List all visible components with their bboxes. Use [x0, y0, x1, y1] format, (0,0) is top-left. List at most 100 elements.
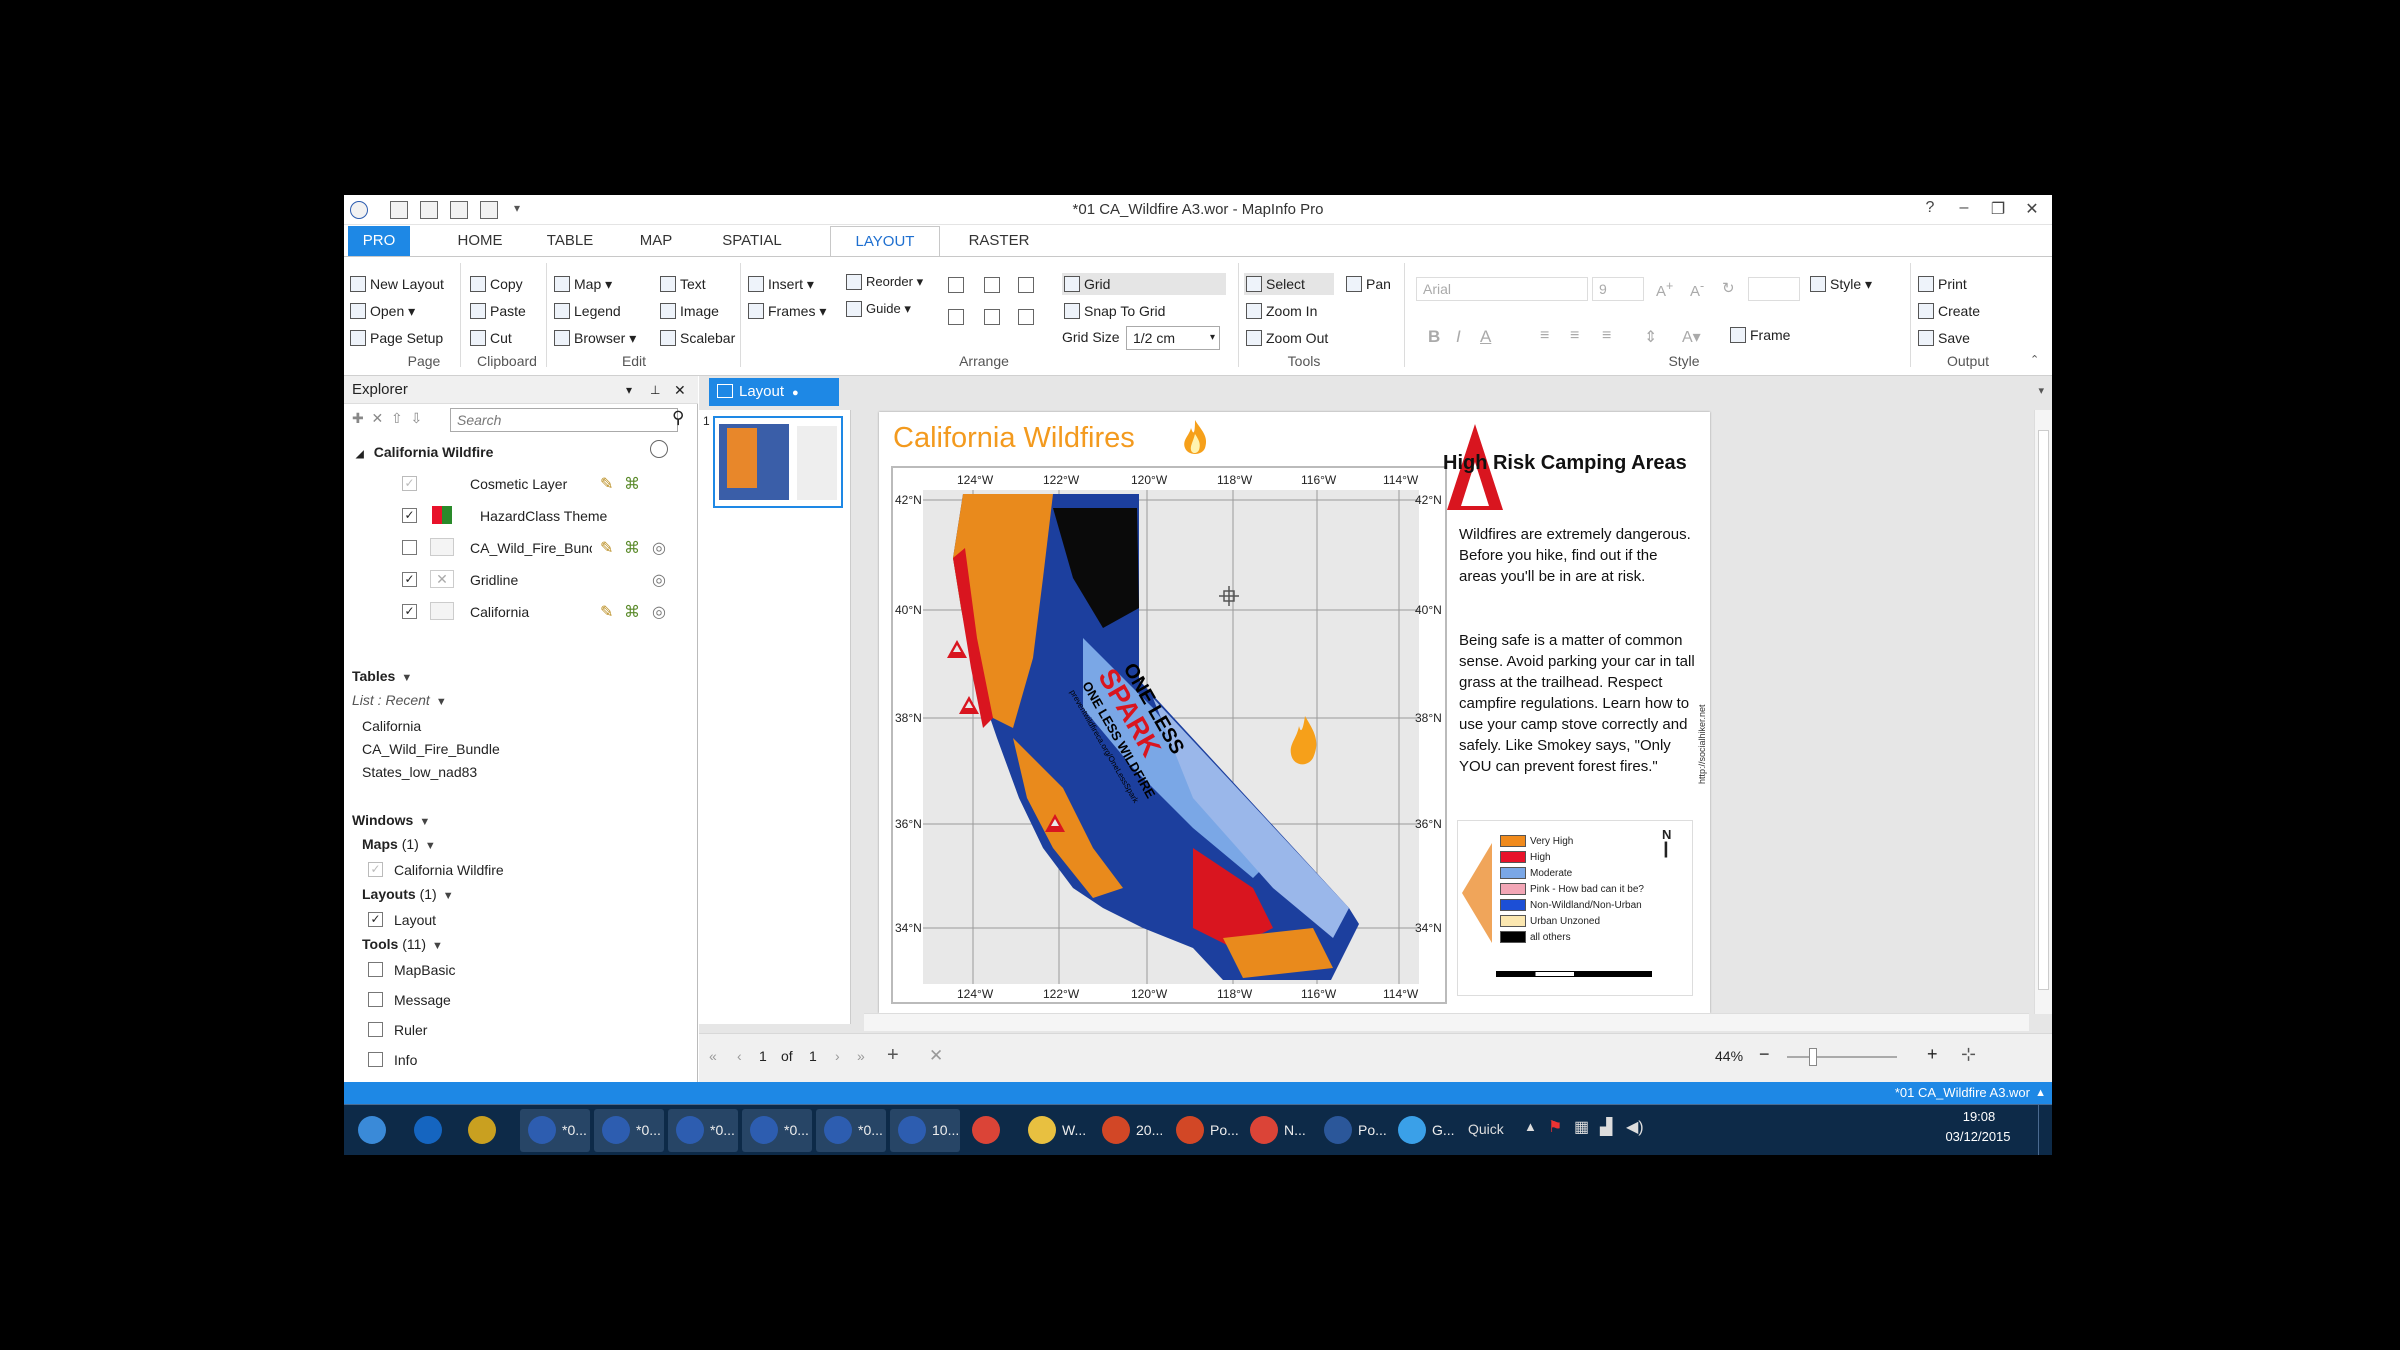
window-item[interactable]: Layout	[394, 912, 436, 928]
map-tree-node[interactable]: ◢ California Wildfire	[356, 444, 493, 460]
grid-size-select[interactable]: 1/2 cm ▾	[1126, 326, 1220, 350]
layer-options-icon[interactable]: ◎	[652, 602, 666, 622]
insert-legend-button[interactable]: Legend	[552, 300, 621, 322]
layer-name[interactable]: Cosmetic Layer	[470, 476, 567, 492]
page-thumbnail[interactable]	[713, 416, 843, 508]
align-right-icon[interactable]	[1018, 277, 1034, 293]
zoom-in-tool[interactable]: Zoom In	[1244, 300, 1317, 322]
grow-font-icon[interactable]: A+	[1656, 279, 1673, 300]
tool-item[interactable]: Info	[394, 1052, 417, 1068]
minimize-icon[interactable]: –	[1952, 199, 1976, 217]
table-item[interactable]: CA_Wild_Fire_Bundle	[362, 741, 500, 757]
style-button[interactable]: Style ▾	[1808, 273, 1872, 295]
tool-item[interactable]: Ruler	[394, 1022, 427, 1038]
taskbar-button[interactable]	[460, 1109, 508, 1152]
taskbar-button[interactable]: 10...	[890, 1109, 960, 1152]
fit-page-icon[interactable]: ⊹	[1961, 1044, 1976, 1065]
new-layout-button[interactable]: New Layout	[348, 273, 444, 295]
tab-table[interactable]: TABLE	[530, 226, 610, 256]
insert-map-button[interactable]: Map ▾	[552, 273, 612, 295]
zoom-out-tool[interactable]: Zoom Out	[1244, 327, 1328, 349]
insert-button[interactable]: Insert ▾	[746, 273, 814, 295]
save-button[interactable]: Save	[1916, 327, 1970, 349]
bold-icon[interactable]: B	[1428, 327, 1440, 347]
add-page-icon[interactable]: +	[887, 1044, 899, 1067]
font-select[interactable]: Arial	[1416, 277, 1588, 301]
layer-checkbox[interactable]: ✓	[402, 476, 417, 491]
edit-layer-icon[interactable]: ✎	[600, 474, 613, 494]
zoom-minus-icon[interactable]: −	[1759, 1044, 1770, 1065]
layer-name[interactable]: Gridline	[470, 572, 518, 588]
taskbar-button[interactable]: *0...	[520, 1109, 590, 1152]
tab-spatial[interactable]: SPATIAL	[702, 226, 802, 256]
layer-name[interactable]: CA_Wild_Fire_Bunc	[470, 540, 592, 556]
current-page[interactable]: 1	[759, 1048, 767, 1064]
align-top-icon[interactable]	[948, 309, 964, 325]
zoom-slider[interactable]	[1787, 1056, 1897, 1058]
align-text-right-icon[interactable]: ≡	[1602, 327, 1611, 345]
tool-checkbox[interactable]	[368, 962, 383, 977]
select-tool[interactable]: Select	[1244, 273, 1334, 295]
horizontal-scrollbar[interactable]	[864, 1013, 2029, 1031]
align-text-left-icon[interactable]: ≡	[1540, 327, 1549, 345]
selectable-icon[interactable]: ⌘	[624, 602, 640, 622]
tab-map[interactable]: MAP	[616, 226, 696, 256]
layer-checkbox[interactable]: ✓	[402, 604, 417, 619]
map-title[interactable]: California Wildfires	[893, 422, 1135, 455]
prev-page-icon[interactable]: ‹	[737, 1048, 742, 1064]
page-setup-button[interactable]: Page Setup	[348, 327, 443, 349]
layer-checkbox[interactable]	[402, 540, 417, 555]
window-checkbox[interactable]: ✓	[368, 862, 383, 877]
frame-button[interactable]: Frame	[1728, 324, 1790, 346]
tray-expand-icon[interactable]: ▲	[1524, 1119, 1537, 1134]
move-up-icon[interactable]: ⇧	[391, 410, 403, 426]
tables-list-filter[interactable]: List : Recent ▼	[352, 692, 447, 708]
panel-menu-icon[interactable]: ▾	[626, 376, 632, 404]
tab-layout[interactable]: LAYOUT	[830, 226, 940, 257]
last-page-icon[interactable]: »	[857, 1048, 865, 1064]
insert-scalebar-button[interactable]: Scalebar	[658, 327, 735, 349]
table-item[interactable]: California	[362, 718, 421, 734]
taskbar-button[interactable]: G...	[1390, 1109, 1460, 1152]
map-frame[interactable]: ONE LESS SPARK ONE LESS WILDFIRE prevent…	[891, 466, 1447, 1004]
align-left-icon[interactable]	[948, 277, 964, 293]
tool-item[interactable]: MapBasic	[394, 962, 455, 978]
text-style-icon[interactable]: A▾	[1682, 327, 1701, 347]
tab-raster[interactable]: RASTER	[954, 226, 1044, 256]
cut-button[interactable]: Cut	[468, 327, 512, 349]
map-options-icon[interactable]	[650, 440, 668, 458]
layouts-group[interactable]: Layouts (1) ▼	[362, 886, 454, 902]
taskbar-button[interactable]	[406, 1109, 454, 1152]
close-icon[interactable]: ✕	[2020, 199, 2044, 219]
copy-button[interactable]: Copy	[468, 273, 523, 295]
guide-button[interactable]: Guide ▾	[844, 298, 911, 320]
status-expand-icon[interactable]: ▲	[2035, 1082, 2046, 1104]
reorder-button[interactable]: Reorder ▾	[844, 271, 923, 293]
move-down-icon[interactable]: ⇩	[411, 410, 423, 426]
zoom-slider-thumb[interactable]	[1809, 1048, 1817, 1066]
remove-layer-icon[interactable]: ✕	[372, 410, 384, 426]
taskbar-button[interactable]: N...	[1242, 1109, 1312, 1152]
legend-frame[interactable]: Very High High Moderate Pink - How bad can …	[1457, 820, 1693, 996]
insert-image-button[interactable]: Image	[658, 300, 719, 322]
tables-section[interactable]: Tables ▼	[352, 668, 412, 684]
pin-icon[interactable]: ⊥	[650, 376, 660, 404]
quick-launch-label[interactable]: Quick	[1468, 1121, 1504, 1137]
font-color-icon[interactable]: A	[1480, 327, 1491, 347]
zoom-level[interactable]: 44%	[1715, 1048, 1743, 1064]
vertical-scrollbar[interactable]	[2034, 410, 2052, 1014]
taskbar-button[interactable]: *0...	[816, 1109, 886, 1152]
taskbar-button[interactable]: Po...	[1316, 1109, 1387, 1152]
pan-tool[interactable]: Pan	[1344, 273, 1391, 295]
tool-checkbox[interactable]	[368, 992, 383, 1007]
tool-checkbox[interactable]	[368, 1052, 383, 1067]
tray-signal-icon[interactable]: ▟	[1600, 1117, 1612, 1137]
align-center-icon[interactable]	[984, 277, 1000, 293]
paste-button[interactable]: Paste	[468, 300, 526, 322]
maps-group[interactable]: Maps (1) ▼	[362, 836, 436, 852]
tab-pro[interactable]: PRO	[348, 226, 410, 256]
edit-layer-icon[interactable]: ✎	[600, 602, 613, 622]
collapse-ribbon-icon[interactable]: ⌃	[2030, 353, 2039, 366]
layout-tab[interactable]: Layout ●	[709, 378, 839, 406]
show-desktop-button[interactable]	[2038, 1105, 2052, 1155]
